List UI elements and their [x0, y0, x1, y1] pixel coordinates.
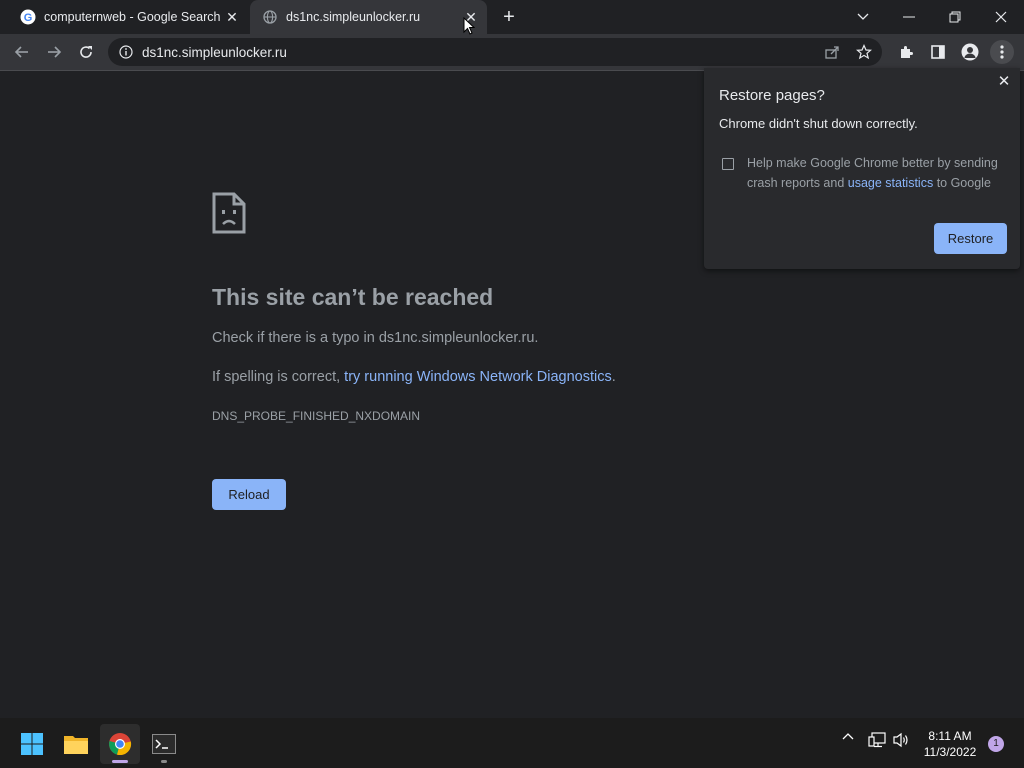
- clock-date: 11/3/2022: [923, 745, 977, 759]
- sad-page-icon: [212, 192, 246, 234]
- extensions-puzzle-icon[interactable]: [894, 40, 918, 64]
- error-title: This site can’t be reached: [212, 284, 494, 310]
- tab-close-icon[interactable]: ✕: [224, 9, 240, 25]
- address-bar[interactable]: ds1nc.simpleunlocker.ru: [108, 38, 882, 66]
- new-tab-icon[interactable]: +: [499, 7, 519, 27]
- restore-window-icon[interactable]: [932, 0, 978, 34]
- minimize-icon[interactable]: [886, 0, 932, 34]
- tab-title: ds1nc.simpleunlocker.ru: [286, 10, 421, 24]
- running-app-indicator: [161, 760, 167, 763]
- diagnostics-prefix: If spelling is correct,: [212, 369, 345, 385]
- crash-report-label: Help make Google Chrome better by sendin…: [747, 153, 1007, 193]
- volume-icon[interactable]: [892, 732, 910, 748]
- back-icon[interactable]: [10, 40, 34, 64]
- checkbox-text-suffix: to Google: [933, 176, 991, 190]
- error-typo-hint: Check if there is a typo in ds1nc.simple…: [212, 330, 539, 346]
- file-explorer-icon[interactable]: [56, 724, 96, 764]
- forward-icon[interactable]: [42, 40, 66, 64]
- restore-button[interactable]: Restore: [934, 223, 1007, 254]
- diagnostics-suffix: .: [611, 369, 616, 385]
- tab-active-site[interactable]: ds1nc.simpleunlocker.ru ✕: [250, 0, 487, 34]
- taskbar: 8:11 AM 11/3/2022 1: [0, 718, 1024, 768]
- svg-text:G: G: [24, 12, 33, 24]
- chrome-taskbar-icon[interactable]: [100, 724, 140, 764]
- notification-badge[interactable]: 1: [988, 736, 1004, 752]
- show-hidden-icons-chevron-icon[interactable]: [842, 732, 854, 740]
- error-code: DNS_PROBE_FINISHED_NXDOMAIN: [212, 409, 421, 423]
- clock-time: 8:11 AM: [928, 729, 972, 743]
- network-icon[interactable]: [868, 732, 886, 748]
- tab-title: computernweb - Google Search: [44, 10, 221, 24]
- mouse-cursor-icon: [463, 16, 476, 40]
- globe-icon: [262, 9, 278, 25]
- dialog-title: Restore pages?: [719, 87, 825, 104]
- bookmark-star-icon[interactable]: [855, 44, 873, 65]
- url-text: ds1nc.simpleunlocker.ru: [142, 44, 287, 60]
- info-icon[interactable]: [118, 44, 134, 60]
- terminal-icon[interactable]: [144, 724, 184, 764]
- restore-pages-dialog: ✕ Restore pages? Chrome didn't shut down…: [704, 68, 1020, 269]
- taskbar-clock[interactable]: 8:11 AM 11/3/2022: [916, 728, 984, 760]
- dialog-subtitle: Chrome didn't shut down correctly.: [719, 116, 918, 131]
- share-icon[interactable]: [824, 44, 840, 65]
- menu-kebab-icon[interactable]: [990, 40, 1014, 64]
- usage-statistics-link[interactable]: usage statistics: [848, 176, 933, 190]
- close-window-icon[interactable]: [978, 0, 1024, 34]
- toolbar: ds1nc.simpleunlocker.ru: [0, 34, 1024, 71]
- reload-button[interactable]: Reload: [212, 479, 286, 510]
- side-panel-icon[interactable]: [926, 40, 950, 64]
- crash-report-checkbox[interactable]: [722, 158, 734, 170]
- tab-search-chevron-icon[interactable]: [840, 0, 886, 34]
- reload-icon[interactable]: [74, 40, 98, 64]
- tab-google-search[interactable]: G computernweb - Google Search ✕: [8, 0, 248, 34]
- profile-avatar-icon[interactable]: [958, 40, 982, 64]
- network-diagnostics-link[interactable]: try running Windows Network Diagnostics: [344, 369, 612, 385]
- active-app-indicator: [112, 760, 128, 763]
- windows-start-icon[interactable]: [12, 724, 52, 764]
- tab-strip: G computernweb - Google Search ✕ ds1nc.s…: [0, 0, 1024, 34]
- error-diagnostics-hint: If spelling is correct, try running Wind…: [212, 369, 616, 385]
- close-icon[interactable]: ✕: [996, 74, 1012, 90]
- google-g-icon: G: [20, 9, 36, 25]
